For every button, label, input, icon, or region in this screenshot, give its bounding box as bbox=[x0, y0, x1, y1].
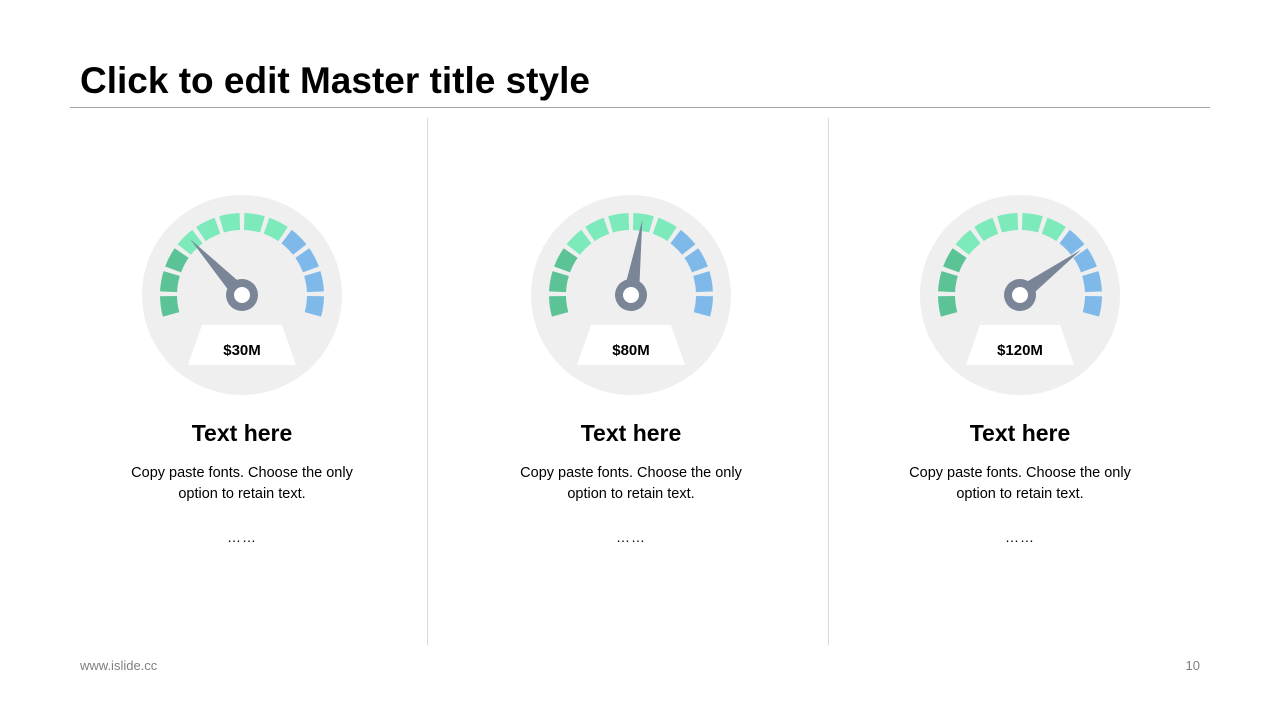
gauge-hub-center bbox=[1012, 287, 1028, 303]
value-label: $80M bbox=[612, 342, 650, 359]
speedometer-gauge-2: $80M bbox=[531, 195, 731, 395]
speedometer-gauge-3: $120M bbox=[920, 195, 1120, 395]
slide-title: Click to edit Master title style bbox=[80, 60, 590, 101]
card-ellipsis: …… bbox=[1005, 529, 1035, 545]
column-divider-2 bbox=[828, 118, 829, 645]
card-ellipsis: …… bbox=[616, 529, 646, 545]
card-ellipsis: …… bbox=[227, 529, 257, 545]
title-divider bbox=[70, 107, 1210, 108]
card-2: $80M Text here Copy paste fonts. Choose … bbox=[481, 190, 781, 545]
speedometer-gauge-1: $30M bbox=[142, 195, 342, 395]
value-label: $120M bbox=[997, 342, 1043, 359]
card-1: $30M Text here Copy paste fonts. Choose … bbox=[92, 190, 392, 545]
card-heading: Text here bbox=[580, 420, 682, 446]
card-description: Copy paste fonts. Choose the only option… bbox=[909, 465, 1131, 502]
footer-website: www.islide.cc bbox=[80, 658, 158, 673]
gauge-hub-center bbox=[234, 287, 250, 303]
card-description: Copy paste fonts. Choose the only option… bbox=[131, 465, 353, 502]
card-description: Copy paste fonts. Choose the only option… bbox=[520, 465, 742, 502]
footer-page-number: 10 bbox=[1185, 658, 1200, 673]
card-heading: Text here bbox=[969, 420, 1071, 446]
column-divider-1 bbox=[427, 118, 428, 645]
card-heading: Text here bbox=[191, 420, 293, 446]
gauge-hub-center bbox=[623, 287, 639, 303]
card-3: $120M Text here Copy paste fonts. Choose… bbox=[870, 190, 1170, 545]
value-label: $30M bbox=[223, 342, 261, 359]
